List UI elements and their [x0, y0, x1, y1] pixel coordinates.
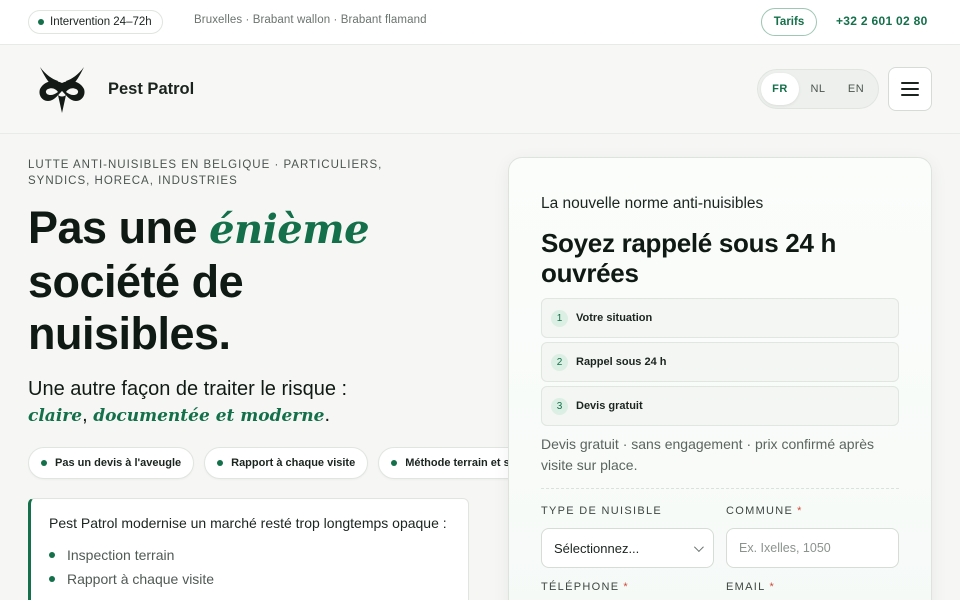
- list-item: Rapport à chaque visite: [49, 567, 450, 591]
- chevron-down-icon: [693, 541, 704, 552]
- intervention-label: Intervention 24–72h: [50, 16, 152, 28]
- hero-title-part1: Pas une: [28, 202, 210, 253]
- lang-en-button[interactable]: EN: [837, 73, 875, 105]
- pest-type-value: Sélectionnez...: [554, 540, 640, 556]
- pest-type-select[interactable]: Sélectionnez...: [541, 528, 714, 568]
- form-note: Devis gratuit · sans engagement · prix c…: [541, 436, 875, 473]
- lang-nl-button[interactable]: NL: [799, 73, 837, 105]
- chip-dot-icon: [391, 460, 398, 466]
- commune-label: COMMUNE *: [726, 505, 803, 517]
- callback-form-card: La nouvelle norme anti-nuisibles Soyez r…: [508, 157, 932, 600]
- hero-title: Pas une énième société de nuisibles.: [28, 202, 448, 360]
- step-number: 3: [551, 397, 568, 415]
- hero-eyebrow: LUTTE ANTI-NUISIBLES EN BELGIQUE · PARTI…: [28, 159, 383, 187]
- language-switcher: FR NL EN: [757, 69, 879, 109]
- required-mark: *: [797, 505, 803, 517]
- step-number: 2: [551, 353, 568, 371]
- pest-type-label: TYPE DE NUISIBLE: [541, 505, 663, 517]
- site-header: Pest Patrol FR NL EN: [0, 45, 960, 134]
- email-label: EMAIL *: [726, 581, 776, 593]
- phone-label: TÉLÉPHONE *: [541, 581, 629, 593]
- hero-subtitle-sep: ,: [82, 404, 94, 426]
- brand-name: Pest Patrol: [108, 80, 195, 98]
- intro-list: Inspection terrain Rapport à chaque visi…: [49, 543, 450, 591]
- form-title: Soyez rappelé sous 24 h ouvrées: [541, 228, 837, 288]
- phone-link[interactable]: +32 2 601 02 80: [836, 14, 928, 28]
- chip-label: Rapport à chaque visite: [231, 457, 356, 469]
- lang-fr-button[interactable]: FR: [761, 73, 799, 105]
- chip-label: Pas un devis à l'aveugle: [55, 457, 182, 469]
- step-item: 2 Rappel sous 24 h: [541, 342, 899, 382]
- feature-chip: Rapport à chaque visite: [204, 447, 369, 479]
- chip-dot-icon: [217, 460, 224, 466]
- required-mark: *: [623, 581, 629, 593]
- form-steps: 1 Votre situation 2 Rappel sous 24 h 3 Devi…: [541, 298, 899, 430]
- chip-label: Méthode terrain et sobre: [405, 457, 508, 469]
- commune-input[interactable]: [726, 528, 899, 568]
- hero-subtitle-accent2: documentée et moderne: [93, 406, 325, 426]
- list-item: Inspection terrain: [49, 543, 450, 567]
- status-dot-icon: [38, 19, 44, 25]
- step-number: 1: [551, 309, 568, 327]
- service-regions: Bruxelles · Brabant wallon · Brabant fla…: [194, 14, 427, 26]
- required-mark: *: [769, 581, 776, 593]
- list-item-label: Inspection terrain: [67, 547, 175, 563]
- feature-chip: Méthode terrain et sobre: [378, 447, 508, 479]
- form-divider: [541, 488, 899, 489]
- bug-logo-icon: [39, 67, 85, 113]
- intro-card: Pest Patrol modernise un marché resté tr…: [28, 498, 469, 600]
- step-item: 3 Devis gratuit: [541, 386, 899, 426]
- feature-chip: Pas un devis à l'aveugle: [28, 447, 195, 479]
- hamburger-icon: [901, 82, 919, 84]
- hero-subtitle-part1: Une autre façon de traiter le risque :: [28, 378, 348, 400]
- chip-dot-icon: [41, 460, 47, 466]
- step-item: 1 Votre situation: [541, 298, 899, 338]
- form-kicker: La nouvelle norme anti-nuisibles: [541, 195, 764, 212]
- intervention-badge: Intervention 24–72h: [28, 10, 163, 34]
- step-label: Votre situation: [576, 312, 653, 324]
- feature-chips: Pas un devis à l'aveugle Rapport à chaqu…: [28, 447, 508, 481]
- bullet-dot-icon: [49, 552, 55, 558]
- hero-subtitle: Une autre façon de traiter le risque : cl…: [28, 376, 468, 429]
- hero-subtitle-end: .: [324, 404, 331, 426]
- intro-text: Pest Patrol modernise un marché resté tr…: [49, 515, 447, 531]
- bullet-dot-icon: [49, 576, 55, 582]
- hero-subtitle-accent1: claire: [28, 406, 83, 426]
- top-bar: Intervention 24–72h Bruxelles · Brabant …: [0, 0, 960, 45]
- step-label: Devis gratuit: [576, 400, 643, 412]
- hero-title-accent: énième: [209, 206, 370, 253]
- hero-title-part2: société de nuisibles.: [28, 256, 244, 359]
- tarifs-button[interactable]: Tarifs: [761, 8, 817, 36]
- list-item-label: Rapport à chaque visite: [67, 571, 215, 587]
- step-label: Rappel sous 24 h: [576, 356, 667, 368]
- menu-button[interactable]: [888, 67, 932, 111]
